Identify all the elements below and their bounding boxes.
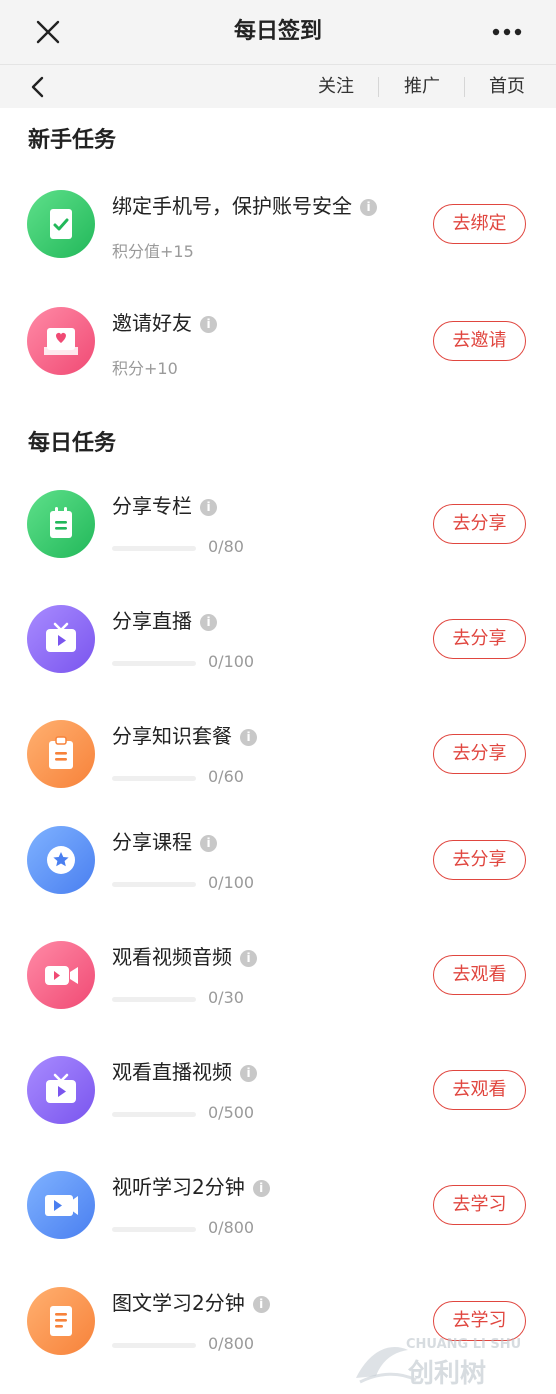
task-points: 积分+10 [112, 359, 178, 378]
progress-bar [112, 661, 196, 666]
progress-bar [112, 882, 196, 887]
progress-bar [112, 546, 196, 551]
task-item: 分享专栏 i 0/80 去分享 [0, 490, 556, 590]
star-badge-icon [27, 826, 95, 894]
watermark-logo: CHUANG LI SHU 创利树 [356, 1337, 521, 1389]
nav-link-promote[interactable]: 推广 [404, 65, 440, 109]
bind-phone-button[interactable]: 去绑定 [433, 204, 526, 244]
document-icon [27, 1287, 95, 1355]
task-name: 分享课程 i [112, 826, 217, 855]
task-name: 分享专栏 i [112, 490, 217, 519]
task-name: 视听学习2分钟 i [112, 1171, 270, 1200]
title-bar: 每日签到 [0, 0, 556, 64]
task-name: 图文学习2分钟 i [112, 1287, 270, 1316]
task-name: 观看视频音频 i [112, 941, 257, 970]
page-title: 每日签到 [233, 19, 322, 44]
progress-bar [112, 1112, 196, 1117]
info-icon[interactable]: i [240, 950, 257, 967]
section-title-newbie: 新手任务 [28, 128, 117, 153]
info-icon[interactable]: i [200, 499, 217, 516]
clipboard-check-icon [27, 190, 95, 258]
info-icon[interactable]: i [200, 316, 217, 333]
progress-count: 0/100 [208, 873, 255, 892]
task-name: 分享知识套餐 i [112, 720, 257, 749]
progress-bar [112, 997, 196, 1002]
nav-divider [378, 77, 379, 97]
progress-count: 0/100 [208, 652, 255, 671]
task-item: 分享直播 i 0/100 去分享 [0, 605, 556, 705]
progress-count: 0/30 [208, 988, 244, 1007]
task-name: 观看直播视频 i [112, 1056, 257, 1085]
progress-count: 0/500 [208, 1103, 255, 1122]
progress-bar [112, 776, 196, 781]
progress-count: 0/80 [208, 537, 244, 556]
task-item: 分享知识套餐 i 0/60 去分享 [0, 720, 556, 820]
share-column-button[interactable]: 去分享 [433, 504, 526, 544]
task-item: 视听学习2分钟 i 0/800 去学习 [0, 1171, 556, 1271]
navigation-bar: 关注 推广 首页 [0, 64, 556, 108]
heart-inbox-icon [27, 307, 95, 375]
info-icon[interactable]: i [252, 1296, 270, 1313]
info-icon[interactable]: i [252, 1180, 270, 1197]
task-name: 分享直播 i [112, 605, 217, 634]
invite-friend-button[interactable]: 去邀请 [433, 321, 526, 361]
progress-bar [112, 1227, 196, 1232]
study-audio-video-button[interactable]: 去学习 [433, 1185, 526, 1225]
task-points: 积分值+15 [112, 242, 194, 261]
progress-count: 0/60 [208, 767, 244, 786]
more-options-icon[interactable] [492, 28, 522, 36]
task-item: 绑定手机号，保护账号安全 i 积分值+15 去绑定 [0, 190, 556, 290]
info-icon[interactable]: i [360, 199, 377, 216]
info-icon[interactable]: i [240, 1065, 257, 1082]
task-item: 邀请好友 i 积分+10 去邀请 [0, 307, 556, 407]
nav-divider [464, 77, 465, 97]
task-name: 邀请好友 i [112, 307, 217, 336]
progress-bar [112, 1343, 196, 1348]
svg-text:创利树: 创利树 [407, 1359, 486, 1389]
task-item: 观看直播视频 i 0/500 去观看 [0, 1056, 556, 1156]
notebook-icon [27, 490, 95, 558]
info-icon[interactable]: i [200, 835, 217, 852]
nav-link-follow[interactable]: 关注 [318, 65, 354, 109]
watch-live-button[interactable]: 去观看 [433, 1070, 526, 1110]
section-title-daily: 每日任务 [28, 431, 117, 456]
progress-count: 0/800 [208, 1218, 255, 1237]
clipboard-list-icon [27, 720, 95, 788]
video-camera-icon [27, 941, 95, 1009]
video-clip-icon [27, 1171, 95, 1239]
progress-count: 0/800 [208, 1334, 255, 1353]
back-arrow-icon[interactable] [28, 75, 46, 99]
share-live-button[interactable]: 去分享 [433, 619, 526, 659]
share-package-button[interactable]: 去分享 [433, 734, 526, 774]
task-item: 分享课程 i 0/100 去分享 [0, 826, 556, 926]
task-name: 绑定手机号，保护账号安全 i [112, 190, 377, 219]
nav-link-home[interactable]: 首页 [489, 65, 525, 109]
tv-play-icon [27, 605, 95, 673]
svg-text:CHUANG LI SHU: CHUANG LI SHU [406, 1337, 521, 1352]
task-item: 观看视频音频 i 0/30 去观看 [0, 941, 556, 1041]
info-icon[interactable]: i [200, 614, 217, 631]
tv-play-icon [27, 1056, 95, 1124]
watch-video-button[interactable]: 去观看 [433, 955, 526, 995]
share-course-button[interactable]: 去分享 [433, 840, 526, 880]
info-icon[interactable]: i [240, 729, 257, 746]
